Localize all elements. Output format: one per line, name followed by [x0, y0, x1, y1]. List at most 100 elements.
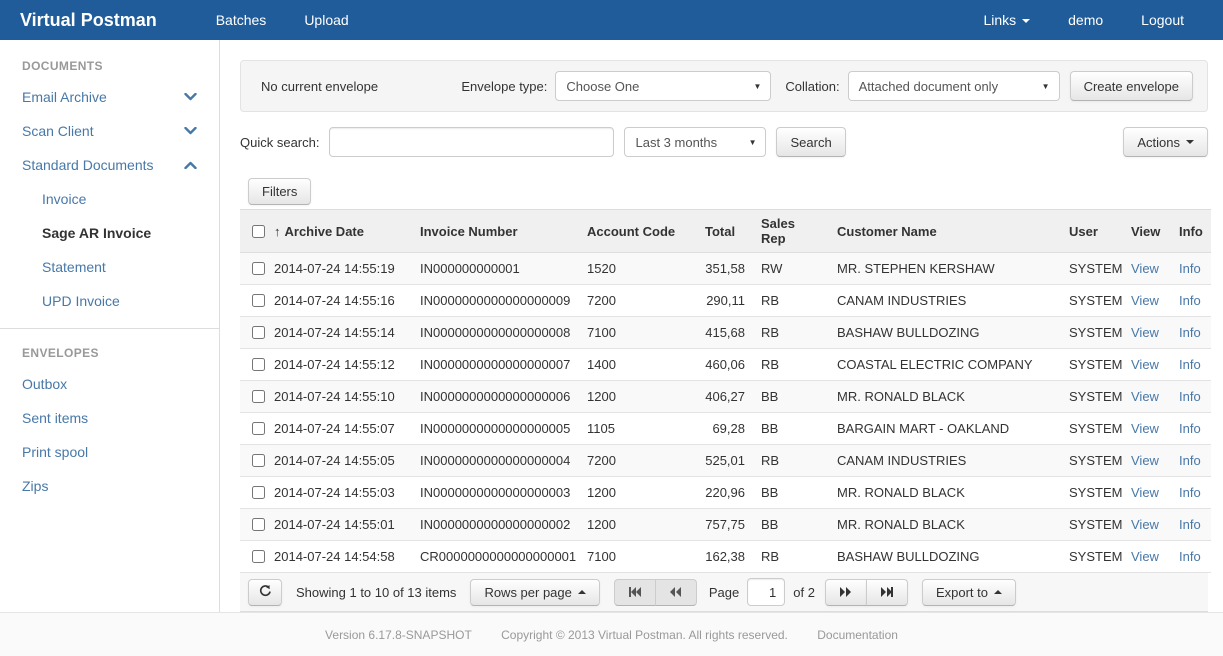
- sidebar-item-email-archive[interactable]: Email Archive: [0, 80, 219, 114]
- search-input[interactable]: [329, 127, 614, 157]
- sidebar-item-invoice[interactable]: Invoice: [0, 182, 219, 216]
- sidebar-item-upd-invoice[interactable]: UPD Invoice: [0, 284, 219, 318]
- column-invoice-number[interactable]: Invoice Number: [412, 210, 579, 253]
- info-link[interactable]: Info: [1179, 357, 1201, 372]
- first-page-button[interactable]: [614, 579, 656, 606]
- cell-account-code: 7100: [579, 541, 697, 573]
- row-checkbox[interactable]: [252, 262, 265, 275]
- cell-view: View: [1123, 477, 1171, 509]
- refresh-button[interactable]: [248, 579, 282, 606]
- view-link[interactable]: View: [1131, 357, 1159, 372]
- rows-per-page-button[interactable]: Rows per page: [470, 579, 599, 606]
- nav-logout[interactable]: Logout: [1122, 12, 1203, 28]
- nav-item-batches[interactable]: Batches: [197, 12, 286, 28]
- cell-account-code: 1200: [579, 509, 697, 541]
- brand-title[interactable]: Virtual Postman: [20, 10, 157, 31]
- sidebar-item-zips[interactable]: Zips: [0, 469, 219, 503]
- sidebar-item-outbox[interactable]: Outbox: [0, 367, 219, 401]
- table-row: 2014-07-24 14:55:19 IN000000000001 1520 …: [240, 253, 1211, 285]
- row-checkbox[interactable]: [252, 358, 265, 371]
- actions-button[interactable]: Actions: [1123, 127, 1208, 157]
- info-link[interactable]: Info: [1179, 325, 1201, 340]
- sidebar-item-print-spool[interactable]: Print spool: [0, 435, 219, 469]
- view-link[interactable]: View: [1131, 325, 1159, 340]
- cell-view: View: [1123, 413, 1171, 445]
- sidebar-item-sent-items[interactable]: Sent items: [0, 401, 219, 435]
- row-checkbox[interactable]: [252, 422, 265, 435]
- column-archive-date[interactable]: ↑Archive Date: [266, 210, 412, 253]
- column-customer-name[interactable]: Customer Name: [829, 210, 1061, 253]
- period-select[interactable]: Last 3 months ▼: [624, 127, 766, 157]
- cell-invoice-number: IN0000000000000000003: [412, 477, 579, 509]
- cell-sales-rep: RB: [753, 285, 829, 317]
- view-link[interactable]: View: [1131, 421, 1159, 436]
- cell-account-code: 7200: [579, 445, 697, 477]
- next-page-button[interactable]: [825, 579, 867, 606]
- create-envelope-button[interactable]: Create envelope: [1070, 71, 1193, 101]
- cell-sales-rep: BB: [753, 381, 829, 413]
- row-checkbox[interactable]: [252, 294, 265, 307]
- filters-button[interactable]: Filters: [248, 178, 311, 205]
- select-all-checkbox[interactable]: [252, 225, 265, 238]
- view-link[interactable]: View: [1131, 549, 1159, 564]
- nav-item-upload[interactable]: Upload: [285, 12, 367, 28]
- row-checkbox[interactable]: [252, 486, 265, 499]
- sidebar-item-scan-client[interactable]: Scan Client: [0, 114, 219, 148]
- column-account-code[interactable]: Account Code: [579, 210, 697, 253]
- cell-view: View: [1123, 445, 1171, 477]
- row-checkbox[interactable]: [252, 550, 265, 563]
- view-link[interactable]: View: [1131, 453, 1159, 468]
- caret-up-icon: [994, 590, 1002, 594]
- nav-links-dropdown[interactable]: Links: [964, 12, 1049, 28]
- column-user[interactable]: User: [1061, 210, 1123, 253]
- cell-total: 525,01: [697, 445, 753, 477]
- export-to-button[interactable]: Export to: [922, 579, 1016, 606]
- search-bar: Quick search: Last 3 months ▼ Search Act…: [240, 127, 1208, 157]
- last-page-button[interactable]: [866, 579, 908, 606]
- cell-sales-rep: RB: [753, 349, 829, 381]
- cell-archive-date: 2014-07-24 14:55:05: [266, 445, 412, 477]
- cell-customer-name: BASHAW BULLDOZING: [829, 541, 1061, 573]
- info-link[interactable]: Info: [1179, 261, 1201, 276]
- cell-customer-name: COASTAL ELECTRIC COMPANY: [829, 349, 1061, 381]
- cell-invoice-number: IN0000000000000000004: [412, 445, 579, 477]
- column-total[interactable]: Total: [697, 210, 753, 253]
- info-link[interactable]: Info: [1179, 293, 1201, 308]
- sidebar-item-sage-ar-invoice[interactable]: Sage AR Invoice: [0, 216, 219, 250]
- view-link[interactable]: View: [1131, 517, 1159, 532]
- view-link[interactable]: View: [1131, 261, 1159, 276]
- envelope-type-select[interactable]: Choose One ▼: [555, 71, 771, 101]
- row-checkbox[interactable]: [252, 454, 265, 467]
- info-link[interactable]: Info: [1179, 389, 1201, 404]
- sidebar-item-statement[interactable]: Statement: [0, 250, 219, 284]
- quick-search-label: Quick search:: [240, 135, 319, 150]
- previous-page-button[interactable]: [655, 579, 697, 606]
- last-page-icon: [880, 586, 894, 598]
- sidebar-item-standard-documents[interactable]: Standard Documents: [0, 148, 219, 182]
- view-link[interactable]: View: [1131, 293, 1159, 308]
- row-checkbox[interactable]: [252, 518, 265, 531]
- sidebar-section-documents: DOCUMENTS: [0, 50, 219, 80]
- search-button[interactable]: Search: [776, 127, 845, 157]
- row-checkbox[interactable]: [252, 390, 265, 403]
- collation-select[interactable]: Attached document only ▼: [848, 71, 1060, 101]
- sidebar: DOCUMENTS Email Archive Scan Client Stan…: [0, 40, 220, 612]
- column-sales-rep[interactable]: Sales Rep: [753, 210, 829, 253]
- info-link[interactable]: Info: [1179, 517, 1201, 532]
- info-link[interactable]: Info: [1179, 453, 1201, 468]
- info-link[interactable]: Info: [1179, 485, 1201, 500]
- envelope-status: No current envelope: [261, 79, 378, 94]
- nav-user[interactable]: demo: [1049, 12, 1122, 28]
- page-number-input[interactable]: [747, 578, 785, 606]
- cell-user: SYSTEM: [1061, 509, 1123, 541]
- row-checkbox[interactable]: [252, 326, 265, 339]
- info-link[interactable]: Info: [1179, 421, 1201, 436]
- cell-user: SYSTEM: [1061, 317, 1123, 349]
- row-checkbox-cell: [240, 413, 266, 445]
- cell-user: SYSTEM: [1061, 413, 1123, 445]
- view-link[interactable]: View: [1131, 389, 1159, 404]
- view-link[interactable]: View: [1131, 485, 1159, 500]
- info-link[interactable]: Info: [1179, 549, 1201, 564]
- cell-archive-date: 2014-07-24 14:55:03: [266, 477, 412, 509]
- documentation-link[interactable]: Documentation: [817, 628, 898, 642]
